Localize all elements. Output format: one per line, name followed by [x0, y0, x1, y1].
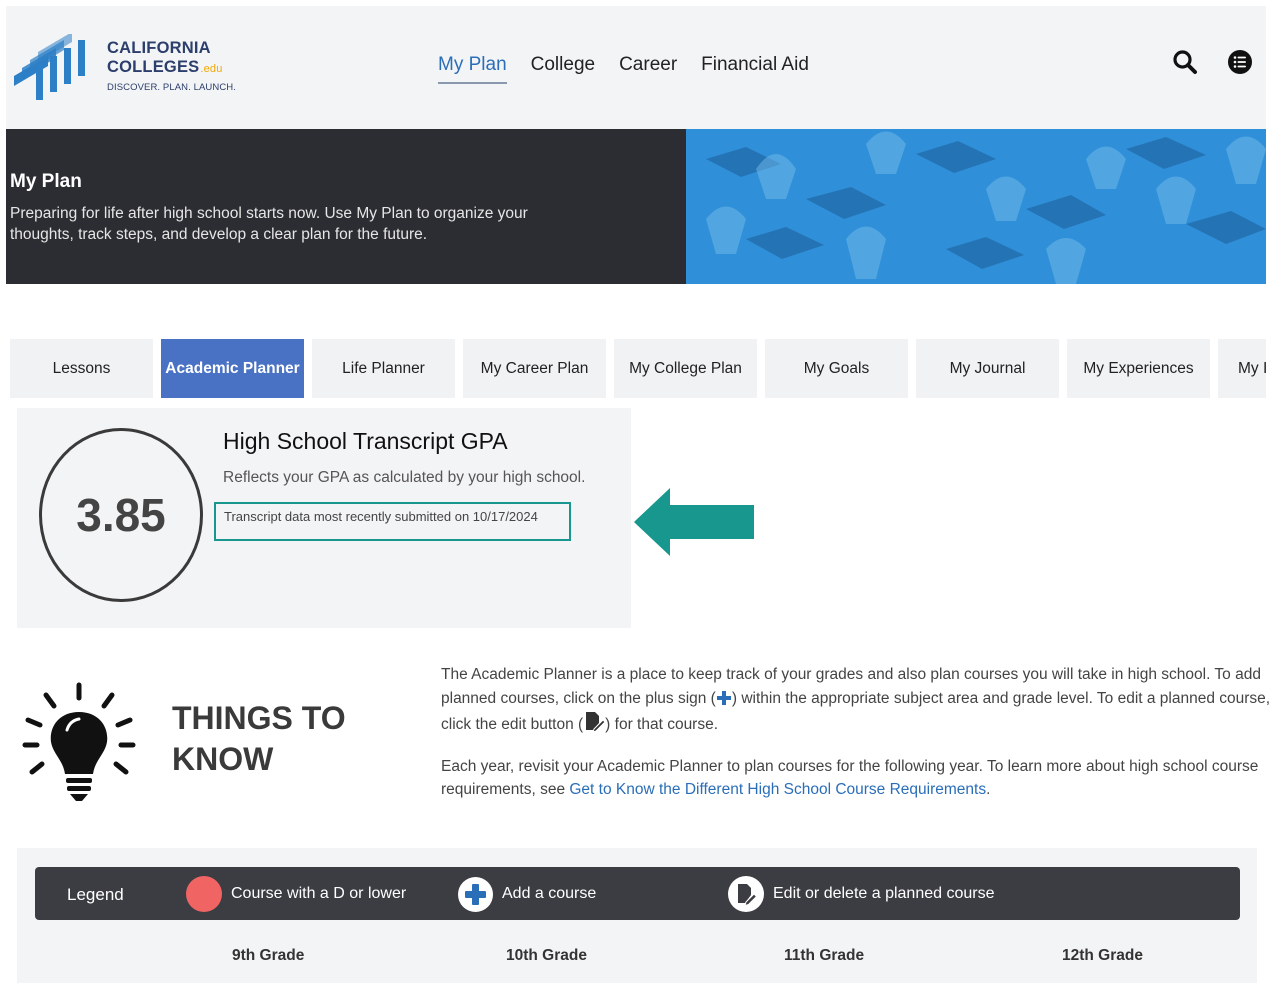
- tab-my-journal[interactable]: My Journal: [916, 339, 1059, 398]
- red-circle-icon: [186, 876, 222, 912]
- nav-my-plan[interactable]: My Plan: [438, 54, 507, 84]
- california-colleges-logo-icon[interactable]: [10, 34, 94, 104]
- tab-my-overflow[interactable]: My I: [1218, 339, 1266, 398]
- transcript-date-note: Transcript data most recently submitted …: [214, 502, 571, 541]
- planner-panel: Legend Course with a D or lower Add a co…: [17, 848, 1257, 983]
- legend-label-d-or-lower: Course with a D or lower: [231, 885, 407, 902]
- gpa-card: 3.85 High School Transcript GPA Reflects…: [17, 408, 631, 628]
- ttk-p2-part-b: .: [986, 781, 991, 798]
- edit-document-icon: [728, 876, 764, 912]
- legend-label-edit-course: Edit or delete a planned course: [773, 885, 995, 902]
- gpa-value: 3.85: [76, 489, 166, 541]
- tab-my-goals[interactable]: My Goals: [765, 339, 908, 398]
- logo-tagline: DISCOVER. PLAN. LAUNCH.: [107, 82, 236, 93]
- main-nav: My Plan College Career Financial Aid: [438, 54, 833, 84]
- list-menu-icon[interactable]: [1227, 49, 1253, 75]
- legend-item-d-or-lower: Course with a D or lower: [186, 876, 406, 912]
- things-to-know-text: The Academic Planner is a place to keep …: [441, 663, 1271, 802]
- lightbulb-icon: [22, 682, 136, 801]
- logo-line-1: CALIFORNIA: [107, 39, 211, 57]
- grade-header-12: 12th Grade: [1062, 947, 1143, 964]
- ttk-paragraph-1: The Academic Planner is a place to keep …: [441, 663, 1271, 737]
- tab-life-planner[interactable]: Life Planner: [312, 339, 455, 398]
- grade-header-11: 11th Grade: [784, 947, 865, 964]
- gpa-circle: 3.85: [39, 428, 203, 602]
- logo-edu: .edu: [200, 63, 223, 75]
- nav-financial-aid[interactable]: Financial Aid: [701, 54, 809, 84]
- planner-tabs: Lessons Academic Planner Life Planner My…: [10, 339, 1266, 398]
- search-icon[interactable]: [1172, 49, 1198, 75]
- legend-label-add-course: Add a course: [502, 885, 597, 902]
- legend-item-edit-course: Edit or delete a planned course: [728, 876, 994, 912]
- site-header: CALIFORNIA COLLEGES.edu DISCOVER. PLAN. …: [6, 6, 1266, 129]
- ttk-p1-part-c: ) for that course.: [605, 716, 719, 733]
- hero-banner: My Plan Preparing for life after high sc…: [6, 129, 1266, 284]
- logo-colleges: COLLEGES: [107, 58, 200, 76]
- tab-academic-planner[interactable]: Academic Planner: [161, 339, 304, 398]
- legend-title: Legend: [67, 885, 124, 904]
- things-to-know-heading: THINGS TO KNOW: [172, 698, 346, 780]
- tab-my-college-plan[interactable]: My College Plan: [614, 339, 757, 398]
- plus-circle-icon: [458, 876, 493, 912]
- tab-my-experiences[interactable]: My Experiences: [1067, 339, 1210, 398]
- things-to-know-line-1: THINGS TO: [172, 700, 346, 736]
- hero-description: Preparing for life after high school sta…: [10, 205, 528, 243]
- course-requirements-link[interactable]: Get to Know the Different High School Co…: [569, 781, 986, 798]
- ttk-paragraph-2: Each year, revisit your Academic Planner…: [441, 755, 1271, 802]
- gpa-subtitle: Reflects your GPA as calculated by your …: [223, 469, 586, 486]
- logo-wordmark[interactable]: CALIFORNIA COLLEGES.edu DISCOVER. PLAN. …: [107, 39, 236, 93]
- tab-lessons[interactable]: Lessons: [10, 339, 153, 398]
- edit-document-icon: [586, 712, 606, 732]
- grade-header-10: 10th Grade: [506, 947, 587, 964]
- nav-college[interactable]: College: [531, 54, 595, 84]
- left-arrow-icon: [634, 488, 754, 556]
- grade-header-9: 9th Grade: [232, 947, 305, 964]
- legend-item-add-course: Add a course: [458, 876, 596, 912]
- gpa-title: High School Transcript GPA: [223, 428, 508, 454]
- nav-career[interactable]: Career: [619, 54, 677, 84]
- logo-line-2: COLLEGES.edu: [107, 58, 236, 79]
- graduation-crowd-illustration: [686, 129, 1266, 284]
- hero-text-panel: My Plan Preparing for life after high sc…: [6, 129, 686, 284]
- graduation-caps-image: [686, 129, 1266, 284]
- legend-bar: Legend Course with a D or lower Add a co…: [35, 867, 1240, 920]
- tab-my-career-plan[interactable]: My Career Plan: [463, 339, 606, 398]
- hero-title: My Plan: [10, 171, 82, 192]
- things-to-know-line-2: KNOW: [172, 741, 274, 777]
- plus-icon: [716, 690, 731, 705]
